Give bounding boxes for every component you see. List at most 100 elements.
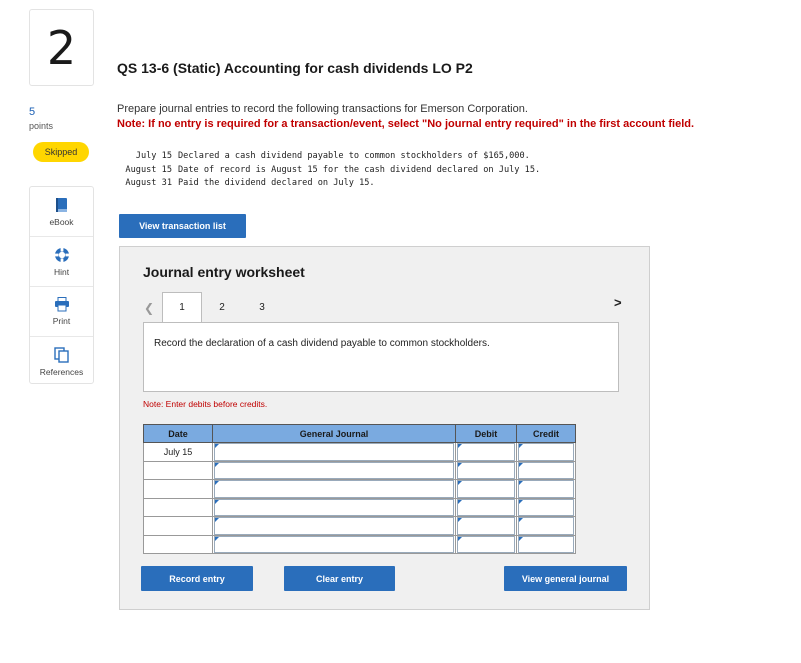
account-cell — [212, 516, 456, 536]
credit-input[interactable] — [518, 517, 574, 535]
chevron-right-icon[interactable]: > — [614, 295, 622, 310]
table-row — [143, 534, 576, 554]
credit-cell — [516, 460, 576, 480]
account-cell — [212, 497, 456, 517]
enter-debits-note: Note: Enter debits before credits. — [143, 399, 268, 409]
tab-3[interactable]: 3 — [242, 292, 282, 322]
account-select[interactable] — [214, 443, 454, 461]
printer-icon — [54, 297, 69, 312]
journal-table: Date General Journal Debit Credit July 1… — [143, 424, 576, 554]
credit-cell — [516, 516, 576, 536]
account-select[interactable] — [214, 498, 454, 516]
credit-input[interactable] — [518, 461, 574, 479]
credit-input[interactable] — [518, 535, 574, 553]
lifebuoy-icon — [54, 247, 69, 262]
tool-hint[interactable]: Hint — [30, 237, 93, 287]
tool-references-label: References — [39, 367, 84, 377]
credit-cell — [516, 479, 576, 499]
debit-cell — [455, 460, 517, 480]
debit-cell — [455, 497, 517, 517]
debit-input[interactable] — [457, 498, 515, 516]
book-icon — [55, 197, 67, 212]
date-cell — [143, 460, 213, 480]
table-row — [143, 516, 576, 536]
transaction-row: July 15 Declared a cash dividend payable… — [117, 150, 540, 164]
clear-entry-button[interactable]: Clear entry — [284, 566, 395, 591]
entry-description: Record the declaration of a cash dividen… — [143, 322, 619, 392]
worksheet-title: Journal entry worksheet — [143, 264, 305, 280]
col-date: Date — [143, 424, 213, 443]
transaction-date: August 31 — [125, 178, 172, 188]
account-select[interactable] — [214, 461, 454, 479]
date-cell: July 15 — [143, 442, 213, 462]
credit-cell — [516, 497, 576, 517]
debit-cell — [455, 516, 517, 536]
transaction-row: August 15 Date of record is August 15 fo… — [117, 164, 540, 178]
tool-ebook-label: eBook — [49, 216, 74, 227]
journal-header-row: Date General Journal Debit Credit — [143, 424, 576, 443]
credit-input[interactable] — [518, 443, 574, 461]
worksheet-tabs: ❮ 1 2 3 — [144, 292, 282, 322]
table-row: July 15 — [143, 442, 576, 462]
credit-cell — [516, 442, 576, 462]
transaction-date: August 15 — [125, 164, 172, 175]
date-cell — [143, 479, 213, 499]
col-general-journal: General Journal — [212, 424, 456, 443]
transaction-text: Paid the dividend declared on July 15. — [178, 178, 375, 188]
table-row — [143, 479, 576, 499]
tool-print-label: Print — [52, 316, 71, 326]
transactions-list: July 15 Declared a cash dividend payable… — [117, 150, 540, 191]
points-value: 5 — [29, 106, 36, 118]
date-cell — [143, 516, 213, 536]
tool-hint-label: Hint — [53, 266, 70, 277]
transaction-text: Date of record is August 15 for the cash… — [178, 164, 541, 175]
debit-cell — [455, 479, 517, 499]
debit-input[interactable] — [457, 480, 515, 498]
account-cell — [212, 534, 456, 554]
copy-icon — [54, 347, 69, 363]
transaction-row: August 31 Paid the dividend declared on … — [117, 177, 540, 191]
credit-input[interactable] — [518, 480, 574, 498]
account-select[interactable] — [214, 480, 454, 498]
debit-input[interactable] — [457, 461, 515, 479]
tab-2[interactable]: 2 — [202, 292, 242, 322]
account-select[interactable] — [214, 535, 454, 553]
question-number-box: 2 — [29, 9, 94, 86]
table-row — [143, 460, 576, 480]
col-credit: Credit — [516, 424, 576, 443]
view-transaction-list-button[interactable]: View transaction list — [119, 214, 246, 238]
question-instruction: Prepare journal entries to record the fo… — [117, 103, 528, 115]
tool-print[interactable]: Print — [30, 287, 93, 337]
date-cell — [143, 534, 213, 554]
chevron-left-icon[interactable]: ❮ — [144, 294, 162, 322]
question-title: QS 13-6 (Static) Accounting for cash div… — [117, 60, 473, 76]
account-cell — [212, 442, 456, 462]
transaction-date: July 15 — [135, 151, 172, 161]
debit-input[interactable] — [457, 443, 515, 461]
account-select[interactable] — [214, 517, 454, 535]
tool-ebook[interactable]: eBook — [30, 187, 93, 237]
account-cell — [212, 460, 456, 480]
transaction-text: Declared a cash dividend payable to comm… — [178, 151, 530, 161]
view-general-journal-button[interactable]: View general journal — [504, 566, 627, 591]
question-number: 2 — [46, 20, 77, 75]
date-cell — [143, 497, 213, 517]
record-entry-button[interactable]: Record entry — [141, 566, 253, 591]
points-label: points — [29, 121, 54, 131]
debit-input[interactable] — [457, 535, 515, 553]
debit-input[interactable] — [457, 517, 515, 535]
credit-input[interactable] — [518, 498, 574, 516]
table-row — [143, 497, 576, 517]
col-debit: Debit — [455, 424, 517, 443]
debit-cell — [455, 534, 517, 554]
points-block: 5 points — [29, 106, 53, 131]
account-cell — [212, 479, 456, 499]
credit-cell — [516, 534, 576, 554]
tool-references[interactable]: References — [30, 337, 93, 387]
question-note: Note: If no entry is required for a tran… — [117, 118, 695, 130]
tab-1[interactable]: 1 — [162, 292, 202, 322]
status-badge: Skipped — [33, 142, 89, 162]
journal-entry-worksheet: Journal entry worksheet ❮ 1 2 3 > Record… — [119, 246, 650, 610]
tools-panel: eBook Hint Print References — [29, 186, 94, 384]
debit-cell — [455, 442, 517, 462]
